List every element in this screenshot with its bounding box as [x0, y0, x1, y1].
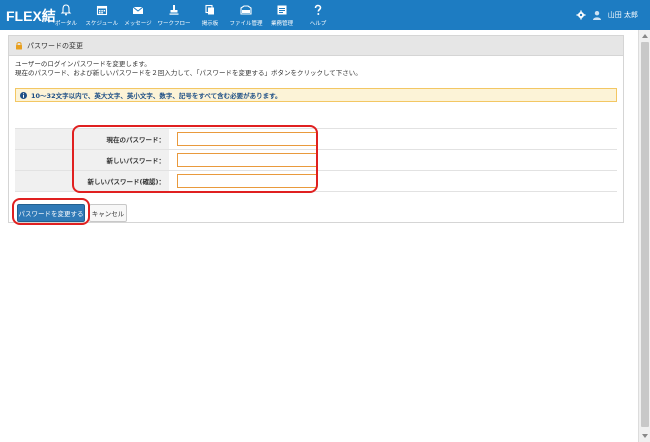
current-password-label: 現在のパスワード：: [15, 129, 169, 149]
form-row-current: 現在のパスワード：: [15, 129, 617, 150]
scroll-thumb[interactable]: [641, 42, 649, 427]
top-header: FLEX結 ポータル スケジュール メッセージ ワークフロー 掲示板 ファイル管…: [0, 0, 650, 30]
question-icon: [314, 4, 322, 15]
button-row: パスワードを変更する キャンセル: [17, 204, 127, 222]
nav-label: 掲示板: [201, 20, 219, 27]
nav-label: ヘルプ: [309, 20, 327, 27]
vertical-scrollbar[interactable]: [638, 30, 650, 442]
stamp-icon: [169, 5, 179, 15]
main-nav: ポータル スケジュール メッセージ ワークフロー 掲示板 ファイル管理 業務管理: [48, 0, 336, 30]
bell-icon: [60, 4, 72, 16]
nav-portal[interactable]: ポータル: [48, 0, 84, 30]
panel-title: パスワードの変更: [27, 41, 83, 50]
envelope-icon: [132, 6, 144, 14]
info-icon: [20, 91, 27, 99]
confirm-password-label: 新しいパスワード(確認)：: [15, 171, 169, 191]
username[interactable]: 山田 太郎: [608, 10, 638, 20]
notice-text: 10～32文字以内で、英大文字、英小文字、数字、記号をすべて含む必要があります。: [31, 92, 282, 100]
nav-label: ポータル: [54, 20, 78, 27]
description: ユーザーのログインパスワードを変更します。 現在のパスワード、および新しいパスワ…: [15, 60, 362, 78]
nav-workflow[interactable]: ワークフロー: [156, 0, 192, 30]
new-password-label: 新しいパスワード：: [15, 150, 169, 170]
folder-icon: [240, 5, 252, 15]
gear-icon[interactable]: [576, 10, 586, 20]
password-form: 現在のパスワード： 新しいパスワード： 新しいパスワード(確認)：: [15, 128, 617, 192]
nav-schedule[interactable]: スケジュール: [84, 0, 120, 30]
description-line-2: 現在のパスワード、および新しいパスワードを２回入力して、「パスワードを変更する」…: [15, 69, 362, 77]
password-rule-notice: 10～32文字以内で、英大文字、英小文字、数字、記号をすべて含む必要があります。: [15, 88, 617, 102]
current-password-input[interactable]: [177, 132, 317, 146]
description-line-1: ユーザーのログインパスワードを変更します。: [15, 60, 151, 68]
nav-message[interactable]: メッセージ: [120, 0, 156, 30]
cancel-button[interactable]: キャンセル: [89, 204, 127, 222]
new-password-input[interactable]: [177, 153, 317, 167]
lock-icon: [16, 42, 22, 50]
confirm-password-input[interactable]: [177, 174, 317, 188]
nav-board[interactable]: 掲示板: [192, 0, 228, 30]
board-icon: [205, 4, 214, 15]
calendar-icon: [96, 5, 108, 16]
nav-help[interactable]: ヘルプ: [300, 0, 336, 30]
scroll-up-arrow[interactable]: [642, 34, 648, 38]
nav-file[interactable]: ファイル管理: [228, 0, 264, 30]
nav-label: スケジュール: [85, 20, 119, 27]
nav-label: 業務管理: [270, 20, 294, 27]
header-right: 山田 太郎: [576, 0, 638, 30]
nav-label: ワークフロー: [157, 20, 191, 27]
form-row-new: 新しいパスワード：: [15, 150, 617, 171]
change-password-button[interactable]: パスワードを変更する: [17, 204, 85, 222]
nav-label: ファイル管理: [229, 20, 263, 27]
form-row-confirm: 新しいパスワード(確認)：: [15, 171, 617, 192]
nav-label: メッセージ: [124, 20, 152, 27]
user-icon[interactable]: [592, 10, 602, 20]
calendar-grid-icon: [277, 5, 287, 15]
nav-business[interactable]: 業務管理: [264, 0, 300, 30]
panel-header: パスワードの変更: [9, 36, 623, 56]
scroll-down-arrow[interactable]: [642, 434, 648, 438]
password-change-panel: パスワードの変更 ユーザーのログインパスワードを変更します。 現在のパスワード、…: [8, 35, 624, 223]
